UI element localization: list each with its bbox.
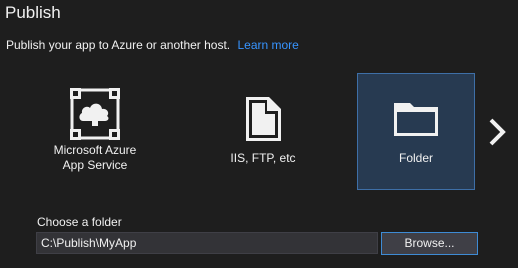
folder-path-input[interactable] (36, 232, 378, 254)
target-azure-app-service[interactable]: Microsoft Azure App Service (36, 73, 154, 190)
browse-button[interactable]: Browse... (381, 232, 478, 255)
target-label: Microsoft Azure App Service (36, 143, 154, 173)
document-icon (204, 95, 322, 143)
subtitle-text: Publish your app to Azure or another hos… (6, 38, 231, 52)
target-label: Folder (398, 151, 433, 165)
choose-folder-label: Choose a folder (37, 215, 122, 229)
target-label-line1: Microsoft Azure (53, 143, 137, 157)
learn-more-link[interactable]: Learn more (237, 38, 298, 52)
target-iis-ftp[interactable]: IIS, FTP, etc (204, 73, 322, 190)
folder-icon (358, 101, 474, 137)
target-label: IIS, FTP, etc (230, 151, 296, 165)
next-targets-arrow[interactable] (486, 118, 510, 146)
azure-cloud-icon (36, 88, 154, 140)
page-title: Publish (5, 3, 61, 22)
target-folder[interactable]: Folder (357, 73, 475, 190)
target-label-line2: App Service (62, 158, 128, 172)
page-subtitle: Publish your app to Azure or another hos… (6, 38, 299, 52)
chevron-right-icon (489, 118, 506, 146)
